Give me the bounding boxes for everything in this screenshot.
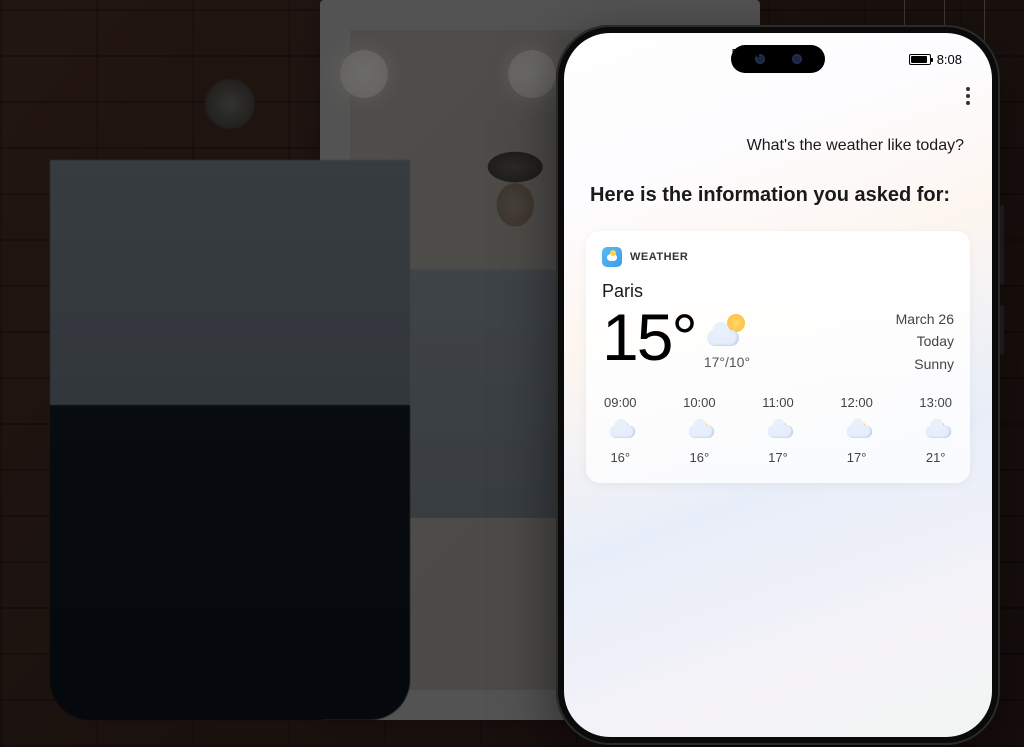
signal-bars-icon — [781, 47, 792, 57]
weather-card-header: WEATHER — [602, 247, 954, 267]
status-bar: 5G 4G 8:08 — [564, 47, 992, 71]
more-menu-button[interactable] — [966, 87, 970, 105]
high-low-temperature: 17°/10° — [704, 354, 750, 370]
volume-button — [1000, 205, 1004, 285]
hour-temp: 21° — [926, 450, 946, 465]
hour-time: 09:00 — [604, 395, 637, 410]
hour-time: 12:00 — [840, 395, 873, 410]
status-bar-right: 8:08 — [909, 52, 962, 67]
partly-cloudy-icon — [924, 421, 948, 440]
phone-device-frame: 5G 4G 8:08 What's the weather like today… — [556, 25, 1000, 745]
status-bar-left: 5G 4G — [732, 47, 810, 57]
network-badge-4g: 4G — [766, 48, 777, 57]
hour-forecast-4: 13:00 21° — [919, 395, 952, 465]
battery-icon — [909, 54, 931, 65]
partly-cloudy-icon — [608, 421, 632, 440]
power-button — [1000, 305, 1004, 355]
network-badge-5g: 5G — [732, 48, 743, 57]
signal-bars-icon — [748, 47, 759, 57]
hour-temp: 17° — [768, 450, 788, 465]
partly-cloudy-icon — [687, 421, 711, 440]
partly-cloudy-icon — [705, 314, 749, 348]
current-temperature: 15° — [602, 304, 696, 370]
hour-forecast-1: 10:00 16° — [683, 395, 716, 465]
hour-time: 13:00 — [919, 395, 952, 410]
hour-forecast-0: 09:00 16° — [604, 395, 637, 465]
weather-day: Today — [896, 330, 954, 352]
phone-screen: 5G 4G 8:08 What's the weather like today… — [564, 33, 992, 737]
hour-temp: 16° — [690, 450, 710, 465]
weather-condition: Sunny — [896, 353, 954, 375]
hour-forecast-2: 11:00 17° — [762, 395, 794, 465]
hour-time: 10:00 — [683, 395, 716, 410]
wifi-icon — [798, 47, 810, 57]
current-meta: March 26 Today Sunny — [896, 304, 954, 375]
weather-app-icon — [602, 247, 622, 267]
weather-card[interactable]: WEATHER Paris 15° 17°/10° March 26 Today — [586, 231, 970, 483]
weather-location: Paris — [602, 281, 954, 302]
assistant-conversation: What's the weather like today? Here is t… — [564, 127, 992, 483]
hourly-forecast[interactable]: 09:00 16° 10:00 16° 11:00 17° — [602, 395, 954, 465]
clock: 8:08 — [937, 52, 962, 67]
partly-cloudy-icon — [845, 421, 869, 440]
hour-forecast-3: 12:00 17° — [840, 395, 873, 465]
weather-card-app-label: WEATHER — [630, 251, 688, 263]
assistant-reply-text: Here is the information you asked for: — [590, 181, 966, 209]
current-conditions-row: 15° 17°/10° March 26 Today Sunny — [602, 304, 954, 375]
weather-date: March 26 — [896, 308, 954, 330]
hour-temp: 16° — [610, 450, 630, 465]
hour-time: 11:00 — [762, 395, 794, 410]
hour-temp: 17° — [847, 450, 867, 465]
partly-cloudy-icon — [766, 421, 790, 440]
user-query-text: What's the weather like today? — [592, 137, 964, 155]
